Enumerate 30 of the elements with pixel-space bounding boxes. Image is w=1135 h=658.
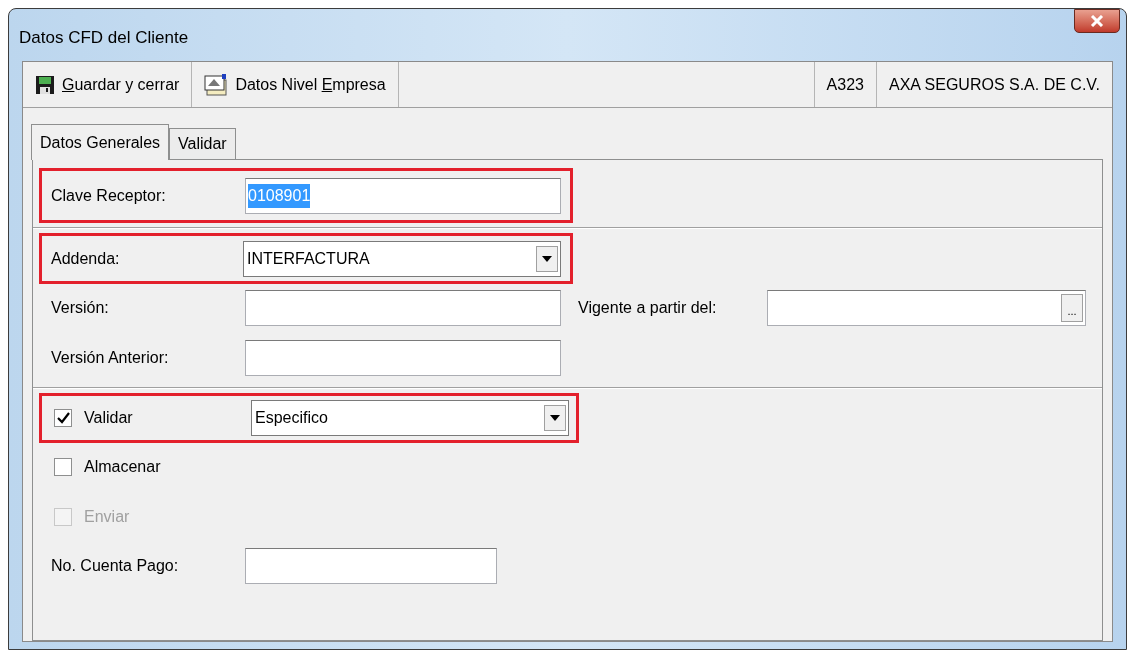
- toolbar-button[interactable]: Guardar y cerrar: [23, 62, 193, 107]
- dropdown[interactable]: Especifico: [251, 400, 569, 436]
- toolbar-button[interactable]: Datos Nivel Empresa: [192, 62, 399, 107]
- window-title: Datos CFD del Cliente: [19, 27, 189, 47]
- date-field[interactable]: ...: [767, 289, 1086, 326]
- field-label: Versión Anterior:: [51, 347, 170, 368]
- company-label: AXA SEGUROS S.A. DE C.V.: [875, 62, 1112, 107]
- checkbox[interactable]: [54, 409, 72, 427]
- caret-icon[interactable]: [536, 245, 558, 272]
- tab[interactable]: Validar: [169, 128, 236, 159]
- field-label: Vigente a partir del:: [578, 297, 718, 318]
- checkbox[interactable]: [54, 458, 72, 476]
- dropdown[interactable]: INTERFACTURA: [243, 240, 561, 277]
- ellipsis-button[interactable]: ...: [1061, 293, 1083, 322]
- field-label: No. Cuenta Pago:: [51, 555, 180, 576]
- checkbox-label: Almacenar: [84, 457, 161, 477]
- code-label: A323: [813, 62, 876, 107]
- field-label: Addenda:: [51, 248, 121, 269]
- checkbox-label: Enviar: [84, 507, 130, 527]
- field-label: Clave Receptor:: [51, 185, 167, 206]
- input-field[interactable]: [245, 339, 561, 376]
- field-label: Versión:: [51, 297, 110, 318]
- close-button[interactable]: [1074, 9, 1120, 33]
- close-icon: [1090, 15, 1104, 27]
- checkbox-label: Validar: [84, 408, 133, 428]
- input-field[interactable]: [245, 547, 497, 584]
- caret-icon[interactable]: [544, 405, 566, 431]
- input-field[interactable]: [245, 289, 561, 326]
- tab[interactable]: Datos Generales: [31, 124, 170, 160]
- building-window-icon: [204, 73, 229, 96]
